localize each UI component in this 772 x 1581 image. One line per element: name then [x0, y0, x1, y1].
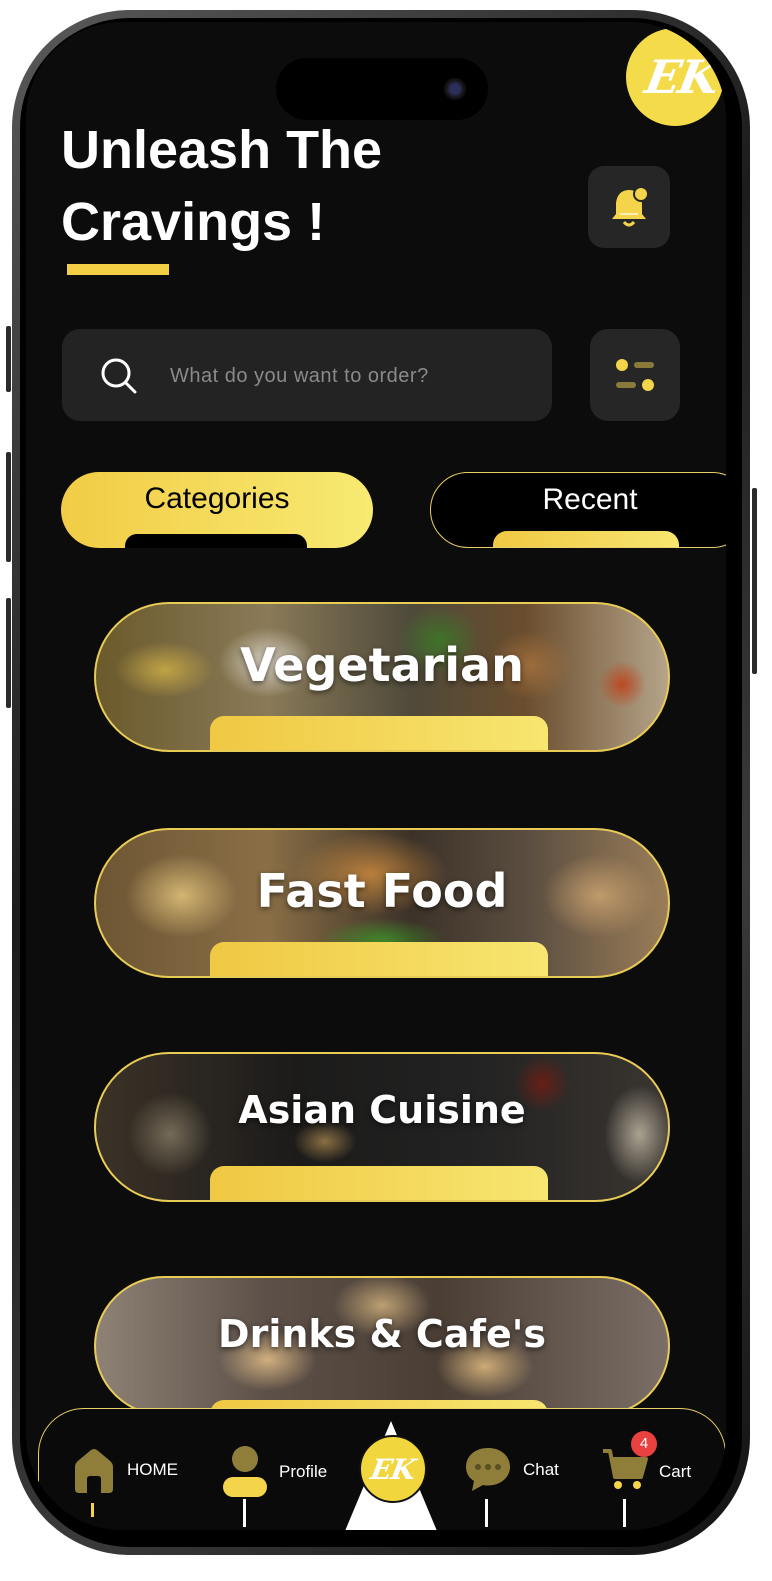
tab-recent[interactable]: Recent: [430, 472, 726, 548]
nav-profile-indicator: [243, 1499, 246, 1527]
page-title: Unleash The Cravings !: [61, 114, 382, 258]
cart-icon-wrap: 4: [601, 1431, 657, 1498]
app-screen: EK Unleash The Cravings ! Categories: [26, 22, 726, 1530]
notifications-button[interactable]: [588, 166, 670, 248]
search-bar[interactable]: [62, 329, 552, 421]
tab-recent-indicator: [493, 531, 679, 547]
tab-categories[interactable]: Categories: [61, 472, 373, 548]
tab-categories-indicator: [125, 534, 307, 548]
nav-profile-label: Profile: [279, 1462, 328, 1481]
category-card-bar: [210, 1166, 548, 1200]
category-card-vegetarian[interactable]: Vegetarian: [94, 602, 670, 752]
page-title-line-2: Cravings !: [61, 192, 326, 252]
camera-lens: [444, 78, 466, 100]
profile-icon: [223, 1446, 267, 1497]
page-title-line-1: Unleash The: [61, 120, 383, 180]
category-card-bar: [210, 942, 548, 976]
category-title: Fast Food: [256, 864, 508, 918]
volume-up-button: [6, 452, 11, 562]
tab-categories-label: Categories: [144, 482, 290, 515]
tab-recent-label: Recent: [542, 483, 638, 516]
brand-logo-text: EK: [641, 50, 723, 104]
power-button: [752, 488, 757, 674]
category-card-drinks-cafes[interactable]: Drinks & Cafe's: [94, 1276, 670, 1416]
brand-logo: EK: [626, 28, 724, 126]
nav-chat[interactable]: Chat: [463, 1445, 559, 1495]
nav-chat-indicator: [485, 1499, 488, 1527]
title-underline: [67, 264, 169, 275]
nav-cart-label: Cart: [659, 1461, 692, 1481]
nav-profile[interactable]: Profile: [221, 1445, 327, 1499]
nav-home-indicator: [91, 1503, 94, 1517]
category-title: Asian Cuisine: [238, 1088, 526, 1132]
dynamic-island: [276, 58, 488, 120]
category-title: Drinks & Cafe's: [218, 1312, 546, 1356]
nav-home[interactable]: HOME: [71, 1445, 178, 1495]
home-icon: [75, 1449, 113, 1493]
bottom-navigation: HOME Profile EK Chat 4 Cart: [38, 1408, 726, 1530]
center-nav-logo-button[interactable]: EK: [359, 1435, 427, 1503]
category-card-fast-food[interactable]: Fast Food: [94, 828, 670, 978]
center-logo-text: EK: [368, 1452, 418, 1486]
category-card-asian-cuisine[interactable]: Asian Cuisine: [94, 1052, 670, 1202]
chat-icon: [466, 1448, 510, 1491]
bell-icon: [612, 186, 649, 227]
filter-icon: [616, 359, 654, 391]
nav-chat-label: Chat: [523, 1460, 559, 1479]
category-card-bar: [210, 716, 548, 750]
nav-home-label: HOME: [127, 1460, 178, 1479]
mute-switch: [6, 326, 11, 392]
search-icon: [101, 358, 137, 394]
volume-down-button: [6, 598, 11, 708]
search-input[interactable]: [168, 351, 532, 401]
nav-cart[interactable]: 4 Cart: [601, 1431, 692, 1498]
cart-count-badge: 4: [631, 1431, 657, 1457]
nav-cart-indicator: [623, 1499, 626, 1527]
filter-button[interactable]: [590, 329, 680, 421]
category-title: Vegetarian: [240, 638, 524, 692]
